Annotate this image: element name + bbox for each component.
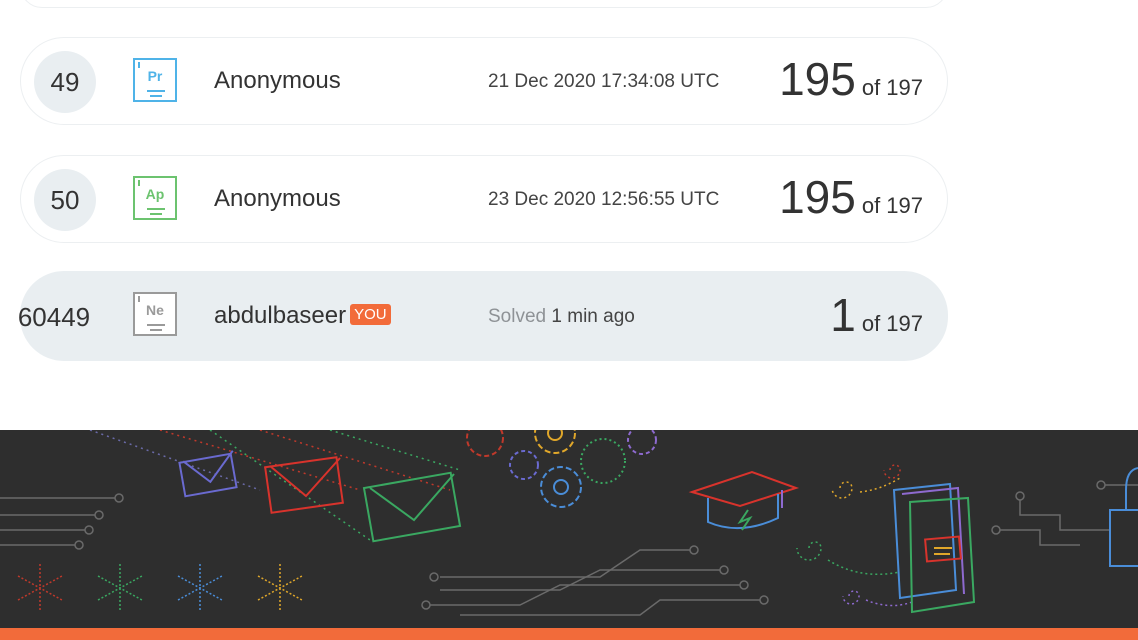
envelope-icon bbox=[264, 456, 344, 514]
element-symbol: Pr bbox=[147, 68, 163, 84]
book-icon bbox=[892, 482, 976, 614]
element-badge-icon: Pr bbox=[133, 58, 177, 102]
score-value: 195 bbox=[779, 53, 856, 105]
score-total: of 197 bbox=[861, 75, 923, 100]
rank-number: 60449 bbox=[17, 301, 91, 332]
score-total: of 197 bbox=[861, 193, 923, 218]
footer-accent-stripe bbox=[0, 628, 1138, 640]
gear-icon bbox=[466, 430, 657, 508]
rank-number: 49 bbox=[34, 51, 96, 113]
score-total: of 197 bbox=[861, 311, 923, 336]
score: 1 of 197 bbox=[830, 292, 923, 338]
score: 195 of 197 bbox=[779, 56, 923, 102]
asterisk-icon bbox=[257, 564, 303, 612]
user-name: Anonymous bbox=[214, 185, 341, 212]
solved-label: Solved bbox=[488, 306, 547, 327]
asterisk-icon bbox=[177, 564, 223, 612]
padlock-icon bbox=[1109, 467, 1138, 567]
user-name-group: abdulbaseer YOU bbox=[214, 302, 391, 330]
asterisk-icon bbox=[17, 564, 63, 612]
solved-status: Solved 1 min ago bbox=[488, 306, 635, 328]
element-symbol: Ne bbox=[146, 302, 164, 318]
footer-illustration bbox=[0, 430, 1138, 616]
element-badge-icon: Ne bbox=[133, 292, 177, 336]
current-user-row: 60449 Ne abdulbaseer YOU Solved 1 min ago… bbox=[18, 271, 948, 361]
leaderboard-row-partial bbox=[20, 0, 948, 8]
element-badge-icon: Ap bbox=[133, 176, 177, 220]
envelope-icon bbox=[178, 450, 238, 498]
rank-number: 50 bbox=[34, 169, 96, 231]
score-value: 195 bbox=[779, 171, 856, 223]
asterisk-icon bbox=[97, 564, 143, 612]
user-name: Anonymous bbox=[214, 67, 341, 94]
leaderboard-row: 49 Pr Anonymous 21 Dec 2020 17:34:08 UTC… bbox=[20, 37, 948, 125]
user-name: abdulbaseer bbox=[214, 302, 347, 329]
score: 195 of 197 bbox=[779, 174, 923, 220]
footer bbox=[0, 430, 1138, 628]
solved-time: 1 min ago bbox=[551, 306, 635, 327]
element-symbol: Ap bbox=[145, 186, 165, 202]
you-badge: YOU bbox=[350, 304, 391, 326]
solved-date: 23 Dec 2020 12:56:55 UTC bbox=[488, 189, 720, 210]
envelope-icon bbox=[362, 471, 462, 543]
solved-date: 21 Dec 2020 17:34:08 UTC bbox=[488, 71, 720, 92]
leaderboard-row: 50 Ap Anonymous 23 Dec 2020 12:56:55 UTC… bbox=[20, 155, 948, 243]
graduation-cap-icon bbox=[688, 470, 800, 531]
score-value: 1 bbox=[830, 289, 856, 341]
